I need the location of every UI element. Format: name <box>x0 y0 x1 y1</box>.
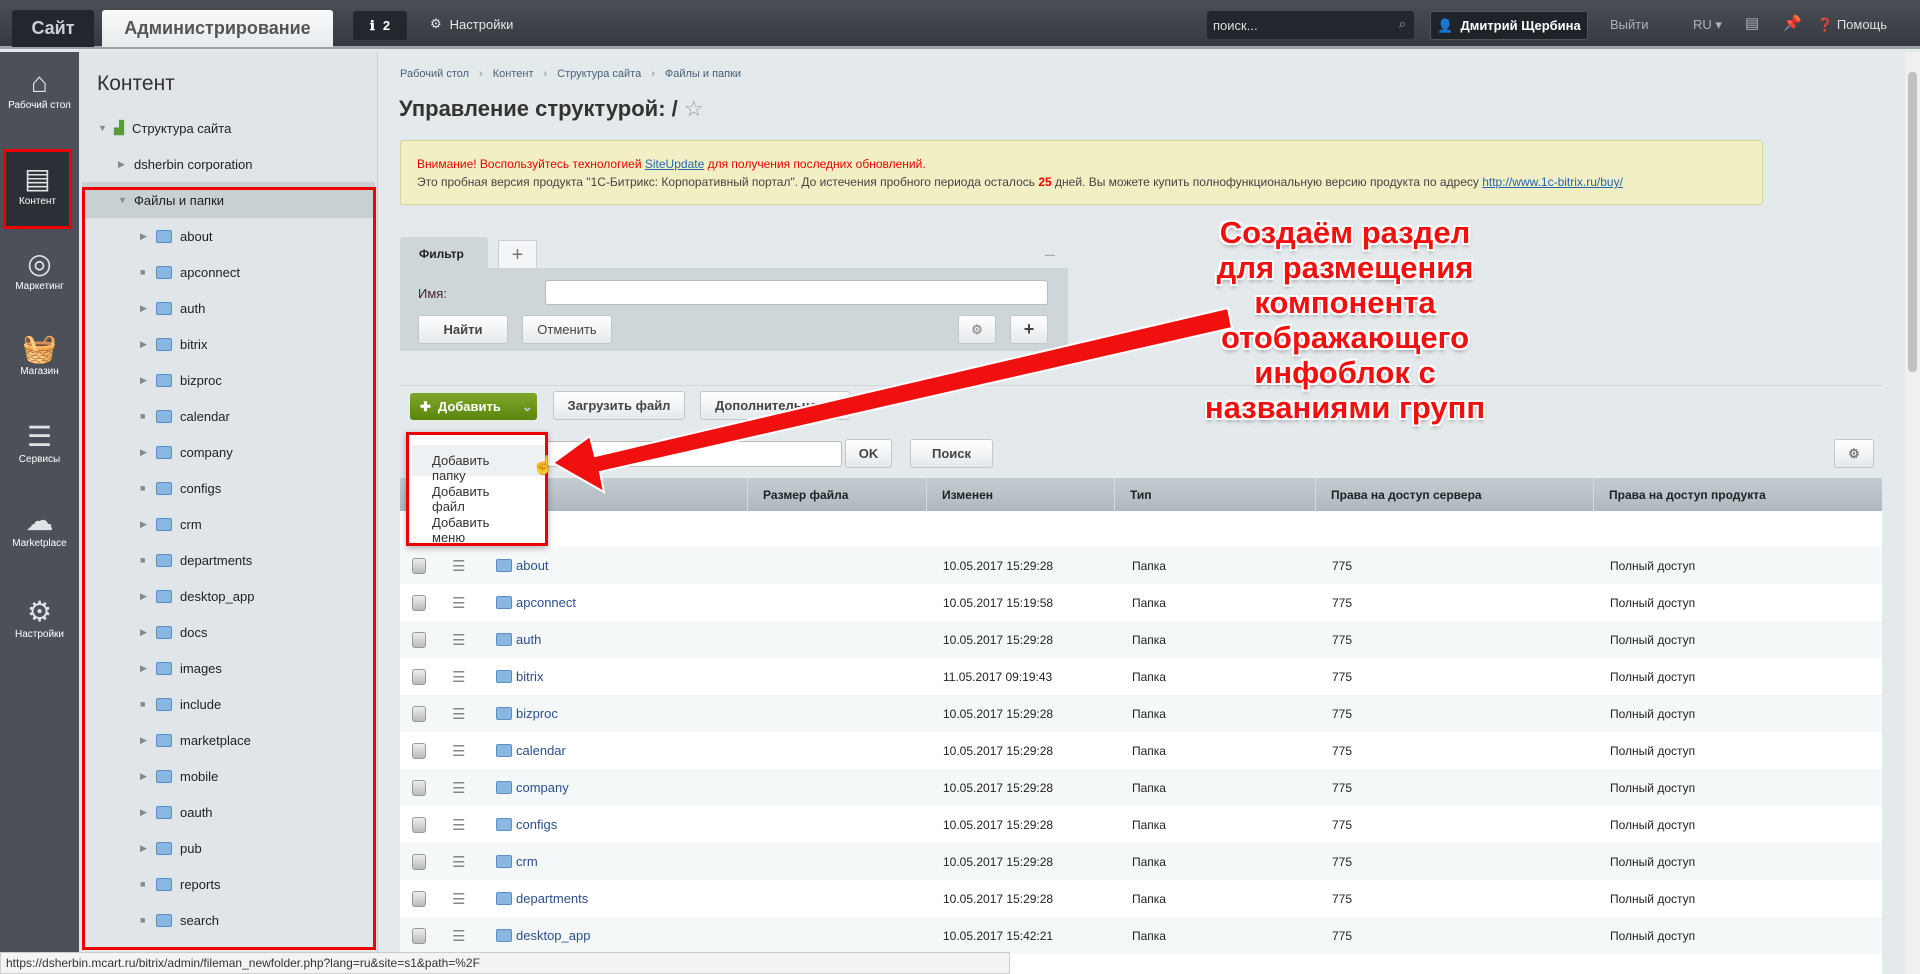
annotation-text: Создаём раздел для размещения компонента… <box>1204 215 1486 425</box>
scrollbar[interactable] <box>1905 52 1920 974</box>
status-bar-url: https://dsherbin.mcart.ru/bitrix/admin/f… <box>0 952 1010 974</box>
annotation-arrow <box>551 306 1234 494</box>
scrollbar-thumb[interactable] <box>1908 72 1917 372</box>
